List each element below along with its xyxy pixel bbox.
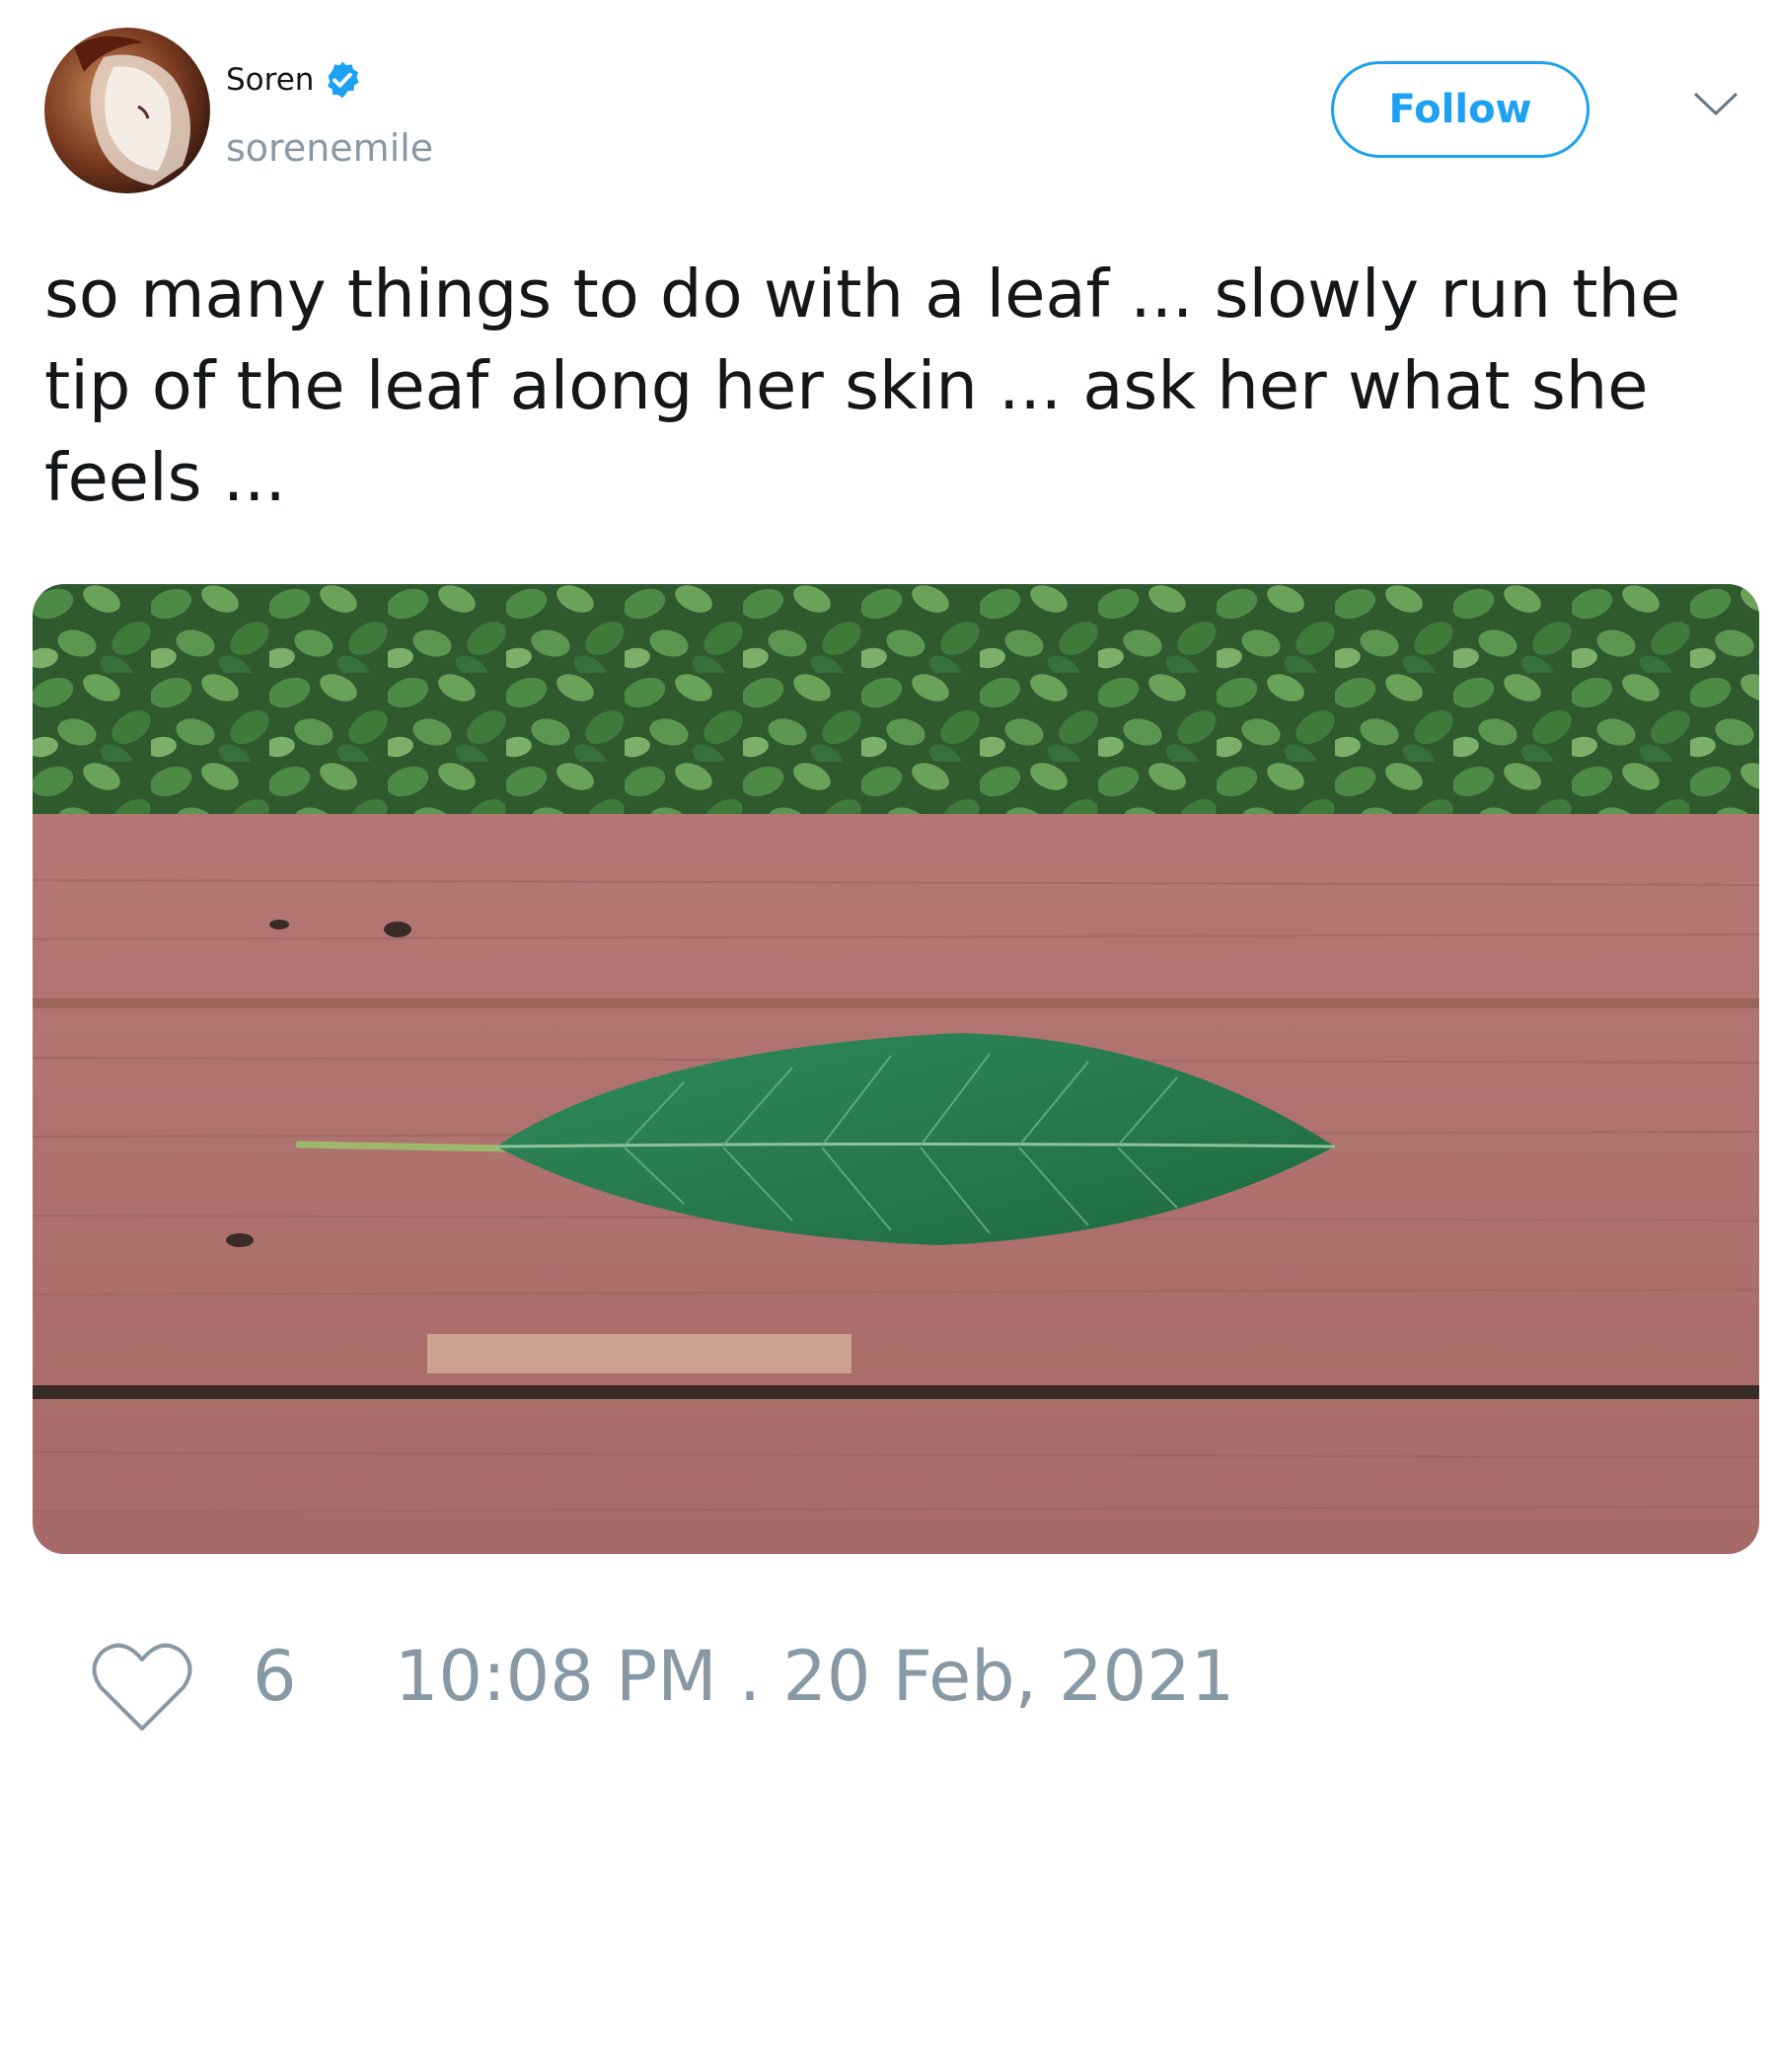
author-name-row[interactable]: Soren: [226, 59, 363, 101]
author-display-name[interactable]: Soren: [226, 62, 314, 98]
follow-button[interactable]: Follow: [1331, 61, 1590, 158]
heart-outline-icon[interactable]: [89, 1638, 195, 1737]
tweet-timestamp[interactable]: 10:08 PM . 20 Feb, 2021: [395, 1636, 1234, 1717]
author-username[interactable]: sorenemile: [226, 126, 433, 170]
leaf-on-wood-image: [33, 584, 1759, 1554]
tweet-text: so many things to do with a leaf ... slo…: [44, 256, 1681, 516]
chevron-down-icon[interactable]: [1691, 89, 1740, 118]
like-count: 6: [253, 1636, 297, 1717]
tweet-photo[interactable]: [33, 584, 1759, 1554]
verified-badge-icon: [322, 59, 363, 101]
avatar-image: [44, 28, 210, 193]
author-avatar[interactable]: [44, 28, 210, 193]
